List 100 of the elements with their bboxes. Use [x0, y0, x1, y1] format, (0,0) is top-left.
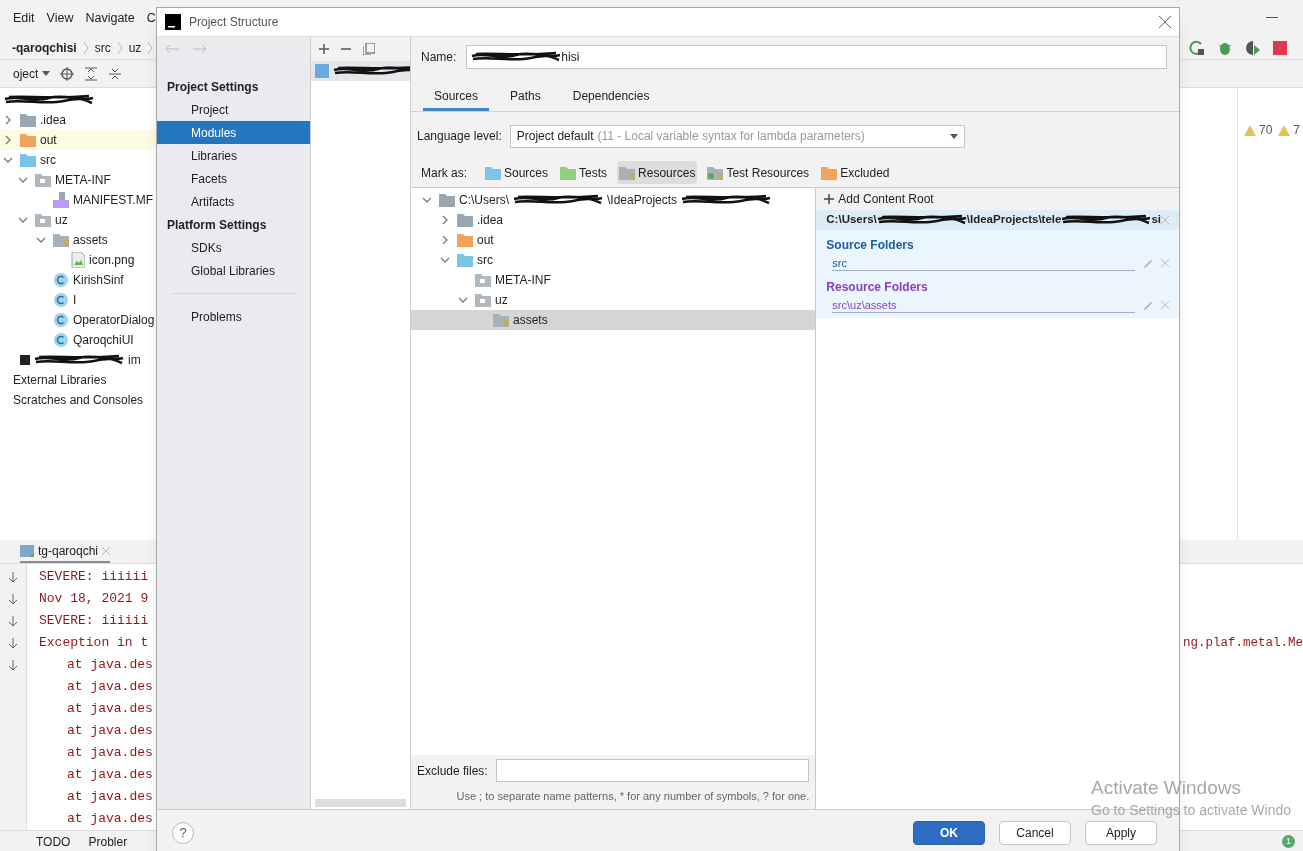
folder-icon: [560, 165, 577, 180]
tree-row[interactable]: .idea: [0, 110, 156, 130]
collapse-all-icon[interactable]: [108, 66, 123, 81]
help-button[interactable]: ?: [172, 822, 194, 844]
tree-row[interactable]: out: [0, 130, 156, 150]
dialog-button[interactable]: OK: [913, 821, 985, 845]
module-file-icon: [20, 355, 30, 365]
mark-as-button[interactable]: Test Resources: [705, 161, 812, 184]
nav-item[interactable]: Problems: [157, 305, 310, 328]
close-icon[interactable]: [1159, 16, 1171, 28]
module-item[interactable]: [311, 61, 410, 81]
nav-item[interactable]: Global Libraries: [157, 259, 310, 282]
nav-item[interactable]: Libraries: [157, 144, 310, 167]
tree-row[interactable]: assets: [411, 310, 816, 330]
add-icon[interactable]: [824, 194, 835, 204]
minimize-icon[interactable]: [1266, 17, 1278, 19]
console-tool-icon[interactable]: [8, 616, 18, 628]
tree-label: assets: [73, 232, 108, 249]
stop-icon[interactable]: [1273, 40, 1287, 55]
console-line: Nov 18, 2021 9: [39, 590, 149, 609]
tree-row[interactable]: uz: [411, 290, 816, 310]
tree-row[interactable]: I: [0, 290, 156, 310]
tree-row[interactable]: MANIFEST.MF: [0, 190, 156, 210]
tab[interactable]: Dependencies: [561, 87, 661, 111]
tree-row[interactable]: Scratches and Consoles: [0, 390, 156, 410]
scrollbar[interactable]: [315, 799, 406, 807]
content-root-path: si: [1151, 212, 1161, 228]
folder-icon: [457, 233, 473, 247]
tree-row[interactable]: icon.png: [0, 250, 156, 270]
tree-row[interactable]: out: [411, 230, 816, 250]
tree-row[interactable]: META-INF: [0, 170, 156, 190]
name-field[interactable]: hisi: [466, 45, 1167, 69]
tool-window-tab[interactable]: TODO: [36, 832, 71, 851]
folder-icon: [439, 193, 455, 207]
coverage-run-icon[interactable]: [1245, 39, 1261, 56]
language-level-dropdown[interactable]: Project default (11 - Local variable syntax for lambda parameters): [509, 124, 965, 148]
tree-label: uz: [495, 292, 508, 309]
console-line: at java.des: [66, 656, 153, 675]
tab[interactable]: Sources: [423, 87, 490, 111]
breadcrumb-item[interactable]: uz: [128, 38, 142, 57]
console-tool-icon[interactable]: [8, 638, 18, 650]
tree-row[interactable]: OperatorDialog: [0, 310, 156, 330]
tree-row[interactable]: .idea: [411, 210, 816, 230]
exclude-files-field[interactable]: [495, 759, 810, 783]
mark-as-button[interactable]: Sources: [483, 161, 551, 184]
copy-icon[interactable]: [363, 43, 375, 55]
warning-count[interactable]: 70: [1244, 122, 1273, 138]
tree-label: \IdeaProjects: [607, 192, 678, 209]
chevron-icon: [82, 40, 89, 55]
dialog-button[interactable]: Cancel: [999, 821, 1071, 845]
field-label: Mark as:: [421, 164, 467, 182]
breadcrumb-item[interactable]: -qaroqchisi: [12, 38, 77, 57]
folder-icon: [457, 253, 473, 267]
tree-row[interactable]: KirishSinf: [0, 270, 156, 290]
nav-item[interactable]: Artifacts: [157, 190, 310, 213]
warning-count[interactable]: 7: [1278, 122, 1301, 138]
console-line: SEVERE: iiiiii: [39, 568, 149, 587]
console-tool-icon[interactable]: [8, 572, 18, 584]
expand-all-icon[interactable]: [84, 66, 99, 81]
tree-row[interactable]: im: [0, 350, 156, 370]
menu-item[interactable]: C: [146, 8, 156, 28]
tree-label: src: [477, 252, 493, 269]
menu-item[interactable]: Navigate: [85, 8, 135, 28]
dialog-button[interactable]: Apply: [1085, 821, 1157, 845]
tab[interactable]: Paths: [499, 87, 552, 111]
tree-row[interactable]: META-INF: [411, 270, 816, 290]
mark-as-button[interactable]: Excluded: [819, 161, 892, 184]
tree-row[interactable]: C:\Users\ \IdeaProjects: [411, 190, 816, 210]
tree-row[interactable]: src: [411, 250, 816, 270]
tree-row[interactable]: assets: [0, 230, 156, 250]
menu-item[interactable]: View: [46, 8, 74, 28]
manifest-file-icon: [53, 192, 69, 208]
dropdown-hint: (11 - Local variable syntax for lambda parameters): [597, 128, 865, 145]
console-line: at java.des: [66, 766, 153, 785]
hint-text: Use ; to separate name patterns, * for any number of symbols, ? for one.: [456, 789, 810, 805]
menu-item[interactable]: Edit: [13, 8, 35, 28]
nav-item[interactable]: Project: [157, 98, 310, 121]
folder-icon: [53, 233, 69, 247]
console-tool-icon[interactable]: [8, 594, 18, 606]
breadcrumb-item[interactable]: src: [94, 38, 111, 57]
caret-icon: [949, 133, 958, 139]
locate-icon[interactable]: [60, 66, 75, 81]
console-tool-icon[interactable]: [8, 660, 18, 672]
tree-row[interactable]: uz: [0, 210, 156, 230]
folder-icon: [619, 165, 636, 180]
tree-row[interactable]: src: [0, 150, 156, 170]
add-icon[interactable]: [319, 44, 329, 54]
rerun-icon[interactable]: [1189, 39, 1205, 56]
class-icon: [53, 292, 69, 308]
nav-item[interactable]: SDKs: [157, 236, 310, 259]
tree-row[interactable]: External Libraries: [0, 370, 156, 390]
tool-window-tab[interactable]: Probler: [88, 832, 128, 851]
chevron-icon: [116, 40, 123, 55]
nav-item[interactable]: Facets: [157, 167, 310, 190]
tree-row[interactable]: QaroqchiUI: [0, 330, 156, 350]
mark-as-button[interactable]: Resources: [617, 161, 698, 184]
project-view-selector[interactable]: oject: [13, 64, 51, 83]
mark-as-button[interactable]: Tests: [558, 161, 610, 184]
console-line: at java.des: [66, 788, 153, 807]
nav-item[interactable]: Modules: [157, 121, 310, 144]
